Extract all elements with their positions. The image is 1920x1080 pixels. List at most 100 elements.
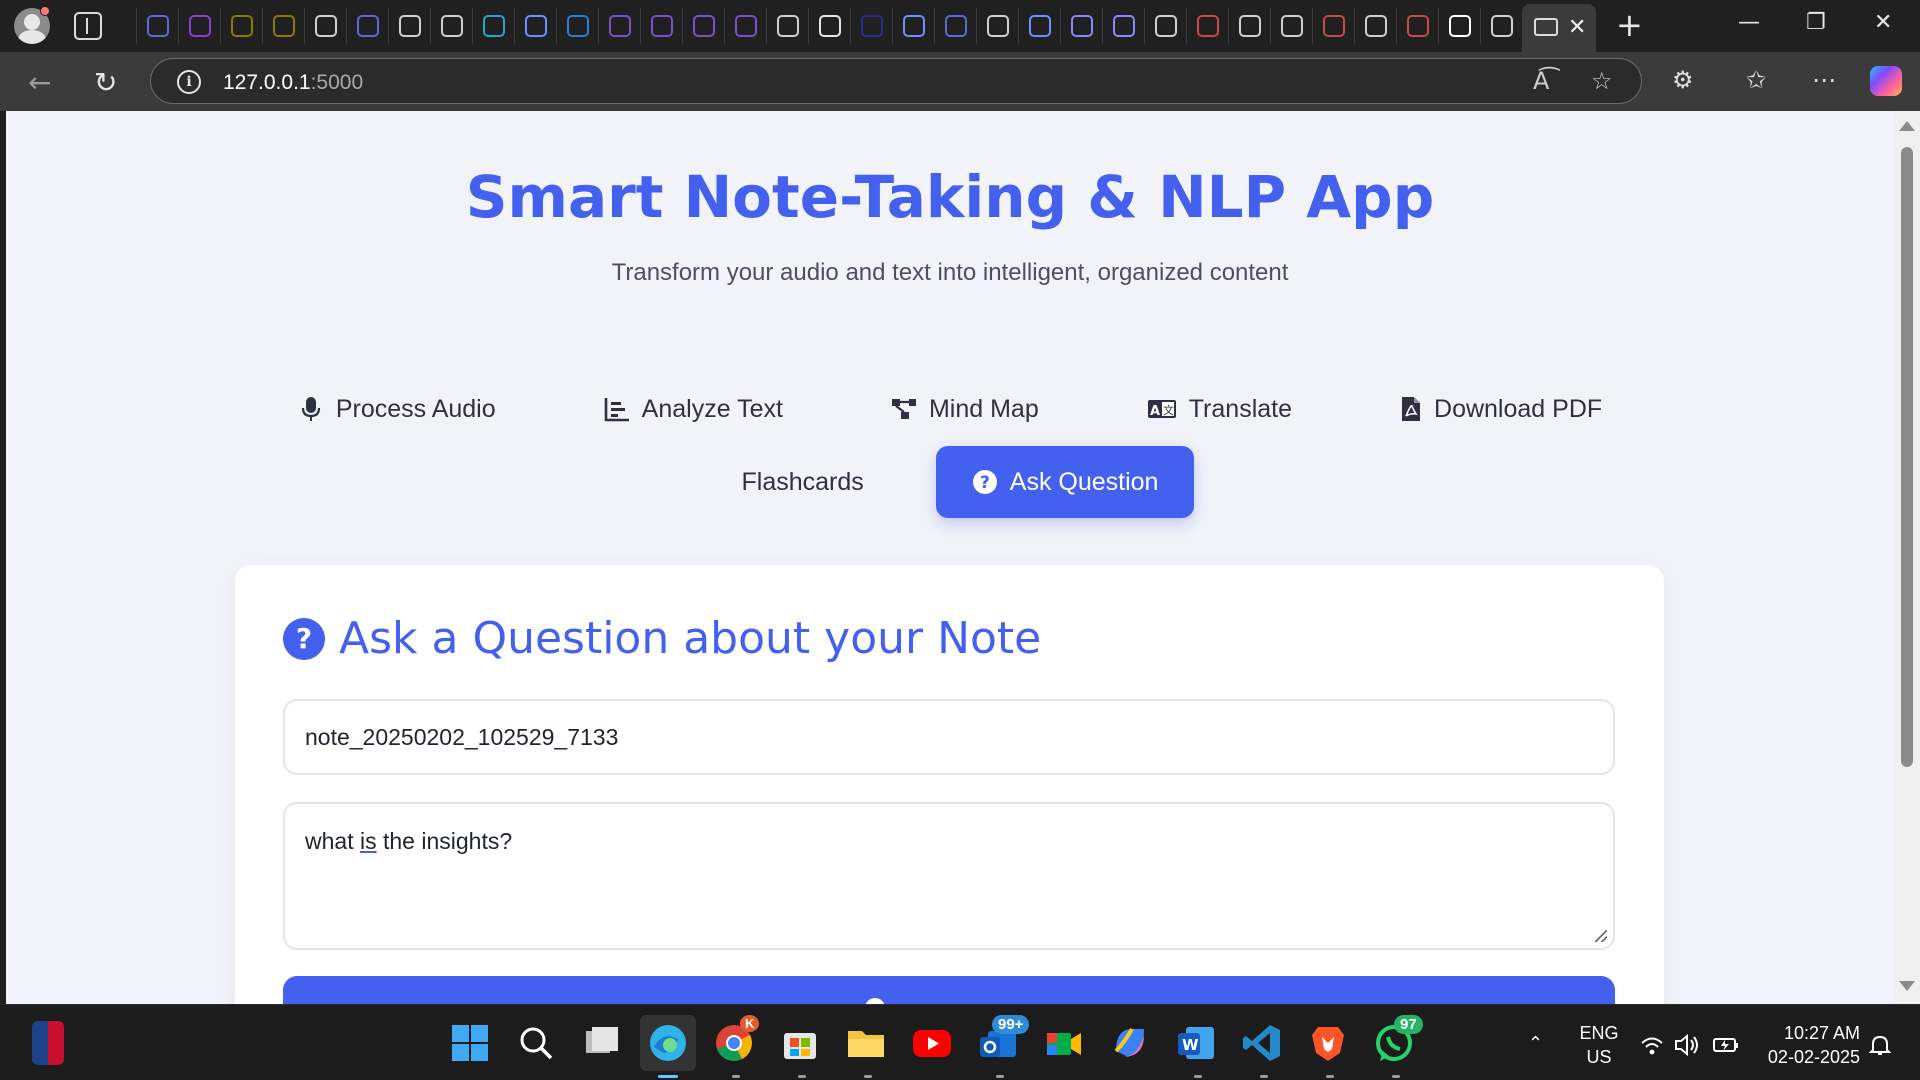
favorite-star-icon[interactable]: ☆ xyxy=(1591,67,1613,95)
browser-tab[interactable] xyxy=(808,8,850,44)
tab-mind-map[interactable]: Mind Map xyxy=(855,373,1075,445)
battery-charging-icon[interactable] xyxy=(1712,1035,1740,1055)
active-browser-tab[interactable]: ✕ xyxy=(1522,4,1596,52)
browser-tab[interactable] xyxy=(178,8,220,44)
google-meet-icon[interactable] xyxy=(1042,1021,1086,1065)
windows-start-icon[interactable] xyxy=(448,1021,492,1065)
wifi-icon[interactable] xyxy=(1640,1035,1664,1057)
scroll-thumb[interactable] xyxy=(1901,147,1913,767)
volume-icon[interactable] xyxy=(1674,1033,1700,1057)
browser-tab[interactable] xyxy=(1480,8,1522,44)
browser-tabs xyxy=(136,8,1522,44)
tab-favicon-icon xyxy=(986,15,1009,37)
browser-tab[interactable] xyxy=(1144,8,1186,44)
browser-tab[interactable] xyxy=(1018,8,1060,44)
task-view-icon[interactable] xyxy=(580,1021,624,1065)
browser-tab[interactable] xyxy=(682,8,724,44)
close-window-icon[interactable]: ✕ xyxy=(1874,10,1892,35)
tab-ask-question[interactable]: ? Ask Question xyxy=(935,446,1195,518)
favorites-icon[interactable]: ✩ xyxy=(1746,66,1766,94)
restore-window-icon[interactable]: ❐ xyxy=(1806,10,1826,35)
browser-tab[interactable] xyxy=(1312,8,1354,44)
browser-tab[interactable] xyxy=(556,8,598,44)
search-icon[interactable] xyxy=(514,1021,558,1065)
browser-tab[interactable] xyxy=(1060,8,1102,44)
scroll-up-arrow-icon[interactable] xyxy=(1899,121,1915,131)
language-indicator-line1[interactable]: ENG xyxy=(1574,1023,1624,1044)
tab-favicon-icon xyxy=(734,15,757,37)
show-hidden-icons-chevron-up-icon[interactable]: ⌃ xyxy=(1528,1033,1543,1054)
browser-tab[interactable] xyxy=(514,8,556,44)
browser-tab[interactable] xyxy=(724,8,766,44)
tab-favicon-icon xyxy=(398,15,421,37)
tab-favicon-icon xyxy=(230,15,253,37)
tab-favicon-icon xyxy=(146,15,169,37)
tab-actions-menu-icon[interactable] xyxy=(74,12,102,40)
browser-tab[interactable] xyxy=(388,8,430,44)
notification-bell-icon[interactable] xyxy=(1868,1033,1892,1057)
word-icon[interactable]: W xyxy=(1174,1021,1218,1065)
browser-tab[interactable] xyxy=(766,8,808,44)
browser-tab[interactable] xyxy=(1438,8,1480,44)
edge-icon[interactable] xyxy=(646,1021,690,1065)
tab-download-pdf[interactable]: Download PDF xyxy=(1364,373,1638,445)
browser-tab[interactable] xyxy=(346,8,388,44)
close-tab-icon[interactable]: ✕ xyxy=(1568,14,1586,40)
back-arrow-icon[interactable]: ← xyxy=(28,66,51,99)
question-textarea[interactable]: what is the insights? xyxy=(283,802,1615,950)
extensions-icon[interactable]: ⚙ xyxy=(1672,66,1694,94)
microsoft-store-icon[interactable] xyxy=(778,1021,822,1065)
site-info-icon[interactable]: i xyxy=(177,70,201,94)
browser-tab[interactable] xyxy=(1186,8,1228,44)
page-scrollbar[interactable] xyxy=(1894,111,1920,1004)
minimize-window-icon[interactable]: — xyxy=(1738,10,1760,35)
tab-favicon-icon xyxy=(608,15,631,37)
tab-analyze-text[interactable]: Analyze Text xyxy=(568,373,819,445)
browser-tab[interactable] xyxy=(1270,8,1312,44)
tab-process-audio[interactable]: Process Audio xyxy=(262,373,532,445)
language-indicator-line2[interactable]: US xyxy=(1574,1047,1624,1068)
clock-date[interactable]: 02-02-2025 xyxy=(1756,1047,1860,1068)
tab-translate[interactable]: A文 Translate xyxy=(1111,373,1328,445)
url-text[interactable]: 127.0.0.1:5000 xyxy=(223,71,363,95)
nba-widget-icon[interactable] xyxy=(32,1021,64,1065)
scroll-down-arrow-icon[interactable] xyxy=(1899,981,1915,991)
read-aloud-icon[interactable]: A͡ xyxy=(1533,67,1549,95)
browser-tab[interactable] xyxy=(1228,8,1270,44)
clock-time[interactable]: 10:27 AM xyxy=(1760,1023,1860,1044)
tab-favicon-icon xyxy=(1238,15,1261,37)
browser-tab[interactable] xyxy=(220,8,262,44)
browser-tab[interactable] xyxy=(1396,8,1438,44)
file-explorer-icon[interactable] xyxy=(844,1021,888,1065)
vscode-icon[interactable] xyxy=(1240,1021,1284,1065)
tab-flashcards[interactable]: Flashcards xyxy=(706,446,900,518)
tab-label: Mind Map xyxy=(928,394,1039,423)
browser-tab[interactable] xyxy=(136,8,178,44)
browser-tab[interactable] xyxy=(892,8,934,44)
browser-tab[interactable] xyxy=(472,8,514,44)
brave-icon[interactable] xyxy=(1306,1021,1350,1065)
browser-tab[interactable] xyxy=(598,8,640,44)
browser-tab[interactable] xyxy=(640,8,682,44)
browser-tab[interactable] xyxy=(1102,8,1144,44)
copilot-icon[interactable] xyxy=(1870,66,1902,96)
browser-tab[interactable] xyxy=(304,8,346,44)
address-bar[interactable]: i 127.0.0.1:5000 A͡ ☆ xyxy=(150,58,1642,104)
reload-icon[interactable]: ↻ xyxy=(94,66,117,99)
browser-tab[interactable] xyxy=(1354,8,1396,44)
youtube-icon[interactable] xyxy=(910,1021,954,1065)
resize-handle-icon[interactable] xyxy=(1595,930,1607,942)
note-id-input[interactable] xyxy=(283,699,1615,775)
copilot-app-icon[interactable] xyxy=(1108,1021,1152,1065)
tab-favicon-icon xyxy=(944,15,967,37)
browser-tab[interactable] xyxy=(262,8,304,44)
browser-tab[interactable] xyxy=(850,8,892,44)
browser-tab[interactable] xyxy=(934,8,976,44)
browser-tab[interactable] xyxy=(430,8,472,44)
new-tab-icon[interactable]: + xyxy=(1616,6,1643,44)
more-options-icon[interactable]: ⋯ xyxy=(1812,66,1836,94)
tab-favicon-icon xyxy=(524,15,547,37)
tab-favicon-icon xyxy=(818,15,841,37)
ask-submit-button[interactable] xyxy=(283,976,1615,1004)
browser-tab[interactable] xyxy=(976,8,1018,44)
